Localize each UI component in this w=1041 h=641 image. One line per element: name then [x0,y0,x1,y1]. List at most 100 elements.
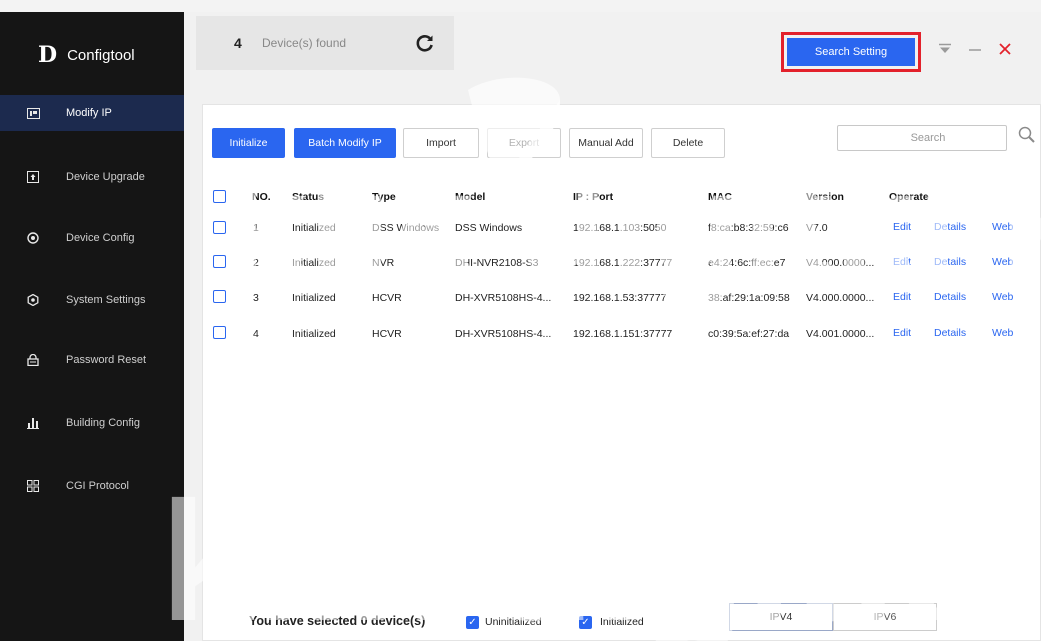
device-count: 4 [234,35,242,51]
building-icon [26,416,40,430]
minimize-icon[interactable] [968,42,982,58]
cell-status: Initialized [292,257,336,269]
export-button[interactable]: Export [487,128,561,158]
details-link[interactable]: Details [934,221,966,233]
uninitialized-checkbox[interactable]: ✓ [466,616,479,629]
app-logo-icon: D [38,42,57,68]
cell-version: V7.0 [806,222,828,234]
refresh-icon[interactable] [414,32,436,54]
cell-no: 2 [253,257,259,269]
cell-type: NVR [372,257,395,269]
cell-type: HCVR [372,292,402,304]
cell-ip-port: 192.168.1.53:37777 [573,292,667,304]
sidebar-item-label: Device Config [66,232,135,244]
app-window: D Configtool Modify IP Device Upgrade De… [0,0,1041,641]
batch-modify-ip-button[interactable]: Batch Modify IP [294,128,396,158]
cell-mac: 38:af:29:1a:09:58 [708,292,790,304]
manual-add-button[interactable]: Manual Add [569,128,643,158]
cell-version: V4.000.0000... [806,292,875,304]
cell-model: DH-XVR5108HS-4... [455,292,552,304]
row-checkbox[interactable] [213,255,226,268]
cell-status: Initialized [292,328,336,340]
initialize-button[interactable]: Initialize [212,128,285,158]
edit-link[interactable]: Edit [893,327,911,339]
search-input[interactable]: Search [837,125,1007,151]
sidebar-item-device-config[interactable]: Device Config [0,220,184,256]
search-setting-highlight: Search Setting [781,32,921,72]
brand: D Configtool [38,38,135,72]
cell-model: DH-XVR5108HS-4... [455,328,552,340]
grid-icon [26,479,40,493]
sidebar-item-label: Building Config [66,417,140,429]
col-header-model: Model [455,191,486,203]
row-checkbox[interactable] [213,326,226,339]
sidebar-item-label: Device Upgrade [66,171,145,183]
edit-link[interactable]: Edit [893,256,911,268]
search-setting-button[interactable]: Search Setting [787,38,915,66]
ip-icon [26,106,40,120]
ipv6-tab[interactable]: IPV6 [833,603,937,631]
lock-icon [26,353,40,367]
devices-found-label: Device(s) found [262,36,347,50]
cell-version: V4.000.0000... [806,257,875,269]
select-all-checkbox[interactable] [213,190,226,203]
sidebar-item-password-reset[interactable]: Password Reset [0,342,184,378]
app-name: Configtool [67,46,135,64]
main-area: 4 Device(s) found Search Setting Initial… [184,12,1041,641]
sidebar-item-modify-ip[interactable]: Modify IP [0,95,184,131]
col-header-type: Type [372,191,396,203]
uninitialized-label: Uninitialized [485,616,542,628]
devices-found-card: 4 Device(s) found [196,16,454,70]
cell-mac: f8:ca:b8:32:59:c6 [708,222,789,234]
cell-ip-port: 192.168.1.103:5050 [573,222,667,234]
import-button[interactable]: Import [403,128,479,158]
delete-button[interactable]: Delete [651,128,725,158]
details-link[interactable]: Details [934,291,966,303]
web-link[interactable]: Web [992,256,1013,268]
device-panel: Initialize Batch Modify IP Import Export… [202,104,1041,641]
cell-model: DHI-NVR2108-S3 [455,257,539,269]
details-link[interactable]: Details [934,256,966,268]
sidebar-item-cgi-protocol[interactable]: CGI Protocol [0,468,184,504]
search-icon[interactable] [1017,125,1037,145]
cell-no: 1 [253,222,259,234]
row-checkbox[interactable] [213,290,226,303]
edit-link[interactable]: Edit [893,291,911,303]
selected-count-text: You have selected 0 device(s) [249,614,426,628]
sidebar-item-label: System Settings [66,294,146,306]
col-header-no: NO. [252,191,271,203]
initialized-checkbox[interactable]: ✓ [579,616,592,629]
cell-mac: c0:39:5a:ef:27:da [708,328,790,340]
col-header-operate: Operate [889,191,929,203]
web-link[interactable]: Web [992,327,1013,339]
col-header-version: Version [806,191,844,203]
cell-no: 3 [253,292,259,304]
sidebar-item-label: Modify IP [66,107,112,119]
sidebar-item-building-config[interactable]: Building Config [0,405,184,441]
details-link[interactable]: Details [934,327,966,339]
sidebar-item-system-settings[interactable]: System Settings [0,282,184,318]
edit-link[interactable]: Edit [893,221,911,233]
row-checkbox[interactable] [213,221,226,234]
cell-status: Initialized [292,292,336,304]
cell-mac: e4:24:6c:ff:ec:e7 [708,257,786,269]
col-header-ip-port: IP : Port [573,191,614,203]
sidebar-item-label: CGI Protocol [66,480,129,492]
sidebar-item-device-upgrade[interactable]: Device Upgrade [0,159,184,195]
cell-no: 4 [253,328,259,340]
ipv4-tab[interactable]: IPV4 [729,603,833,631]
cell-type: DSS Windows [372,222,440,234]
filter-dropdown-icon[interactable] [938,42,952,58]
cell-version: V4.001.0000... [806,328,875,340]
initialized-label: Initialized [600,616,644,628]
sidebar-item-label: Password Reset [66,354,147,366]
config-icon [26,231,40,245]
close-icon[interactable] [998,42,1012,58]
sidebar: D Configtool Modify IP Device Upgrade De… [0,12,184,641]
web-link[interactable]: Web [992,221,1013,233]
cell-ip-port: 192.168.1.222:37777 [573,257,673,269]
cell-type: HCVR [372,328,402,340]
cell-model: DSS Windows [455,222,523,234]
web-link[interactable]: Web [992,291,1013,303]
settings-icon [26,293,40,307]
